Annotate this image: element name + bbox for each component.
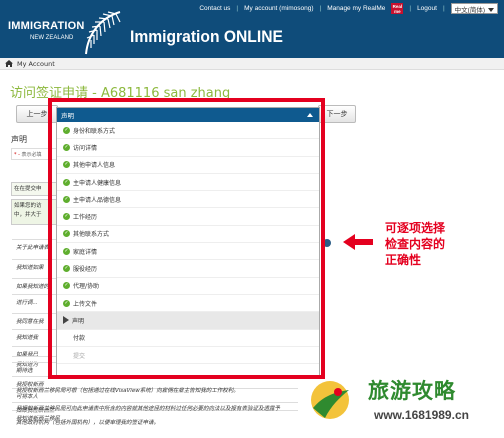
check-icon: ✓ xyxy=(63,247,70,255)
logo-subtext: NEW ZEALAND xyxy=(30,35,74,41)
dropdown-option[interactable]: ✓ 主申请人品德信息 xyxy=(57,191,319,209)
next-button[interactable]: 下一步 xyxy=(318,105,356,123)
home-icon[interactable] xyxy=(5,60,13,67)
breadcrumb-my-account[interactable]: My Account xyxy=(17,60,55,68)
watermark-url: www.1681989.cn xyxy=(374,408,469,422)
check-icon: ✓ xyxy=(63,161,70,169)
dropdown-option[interactable]: 声明 xyxy=(57,312,319,330)
dropdown-option-label: 付款 xyxy=(73,335,86,343)
declaration-item: 我知道如果 xyxy=(16,265,44,271)
dropdown-option[interactable]: ✓ 主申请人健康信息 xyxy=(57,174,319,192)
section-dropdown[interactable]: 声明 ✓ 身份和联系方式 ✓ 访问详情 ✓ 其他申请人信息 ✓ 主申请人健康信息 ✓ 主申请人品德… xyxy=(56,107,320,376)
check-icon: ✓ xyxy=(63,143,70,151)
dropdown-option-label: 家庭详情 xyxy=(73,248,98,256)
section-title: 声明 xyxy=(11,135,27,144)
declaration-item: 关于此申请表 xyxy=(16,245,50,251)
dropdown-option[interactable]: ✓ 家庭详情 xyxy=(57,243,319,261)
breadcrumb: My Account xyxy=(0,58,504,70)
declaration-item: 我知道我 xyxy=(16,335,39,341)
scroll-indicator xyxy=(323,239,331,247)
arrow-left-icon xyxy=(343,234,373,250)
check-icon: ✓ xyxy=(63,299,70,307)
dropdown-option[interactable]: ✓ 上传文件 xyxy=(57,295,319,313)
check-icon: ✓ xyxy=(63,195,70,203)
watermark-text: 旅游攻略 xyxy=(368,378,456,403)
check-icon: ✓ xyxy=(63,213,70,221)
dropdown-option[interactable]: ✓ 访问详情 xyxy=(57,139,319,157)
logo-text: IMMIGRATION xyxy=(8,20,85,32)
dropdown-option[interactable]: ✓ 身份和联系方式 xyxy=(57,122,319,140)
check-icon: ✓ xyxy=(63,126,70,134)
dropdown-option-label: 代理/协助 xyxy=(73,283,100,291)
previous-button[interactable]: 上一步 xyxy=(16,105,58,123)
check-icon: ✓ xyxy=(63,230,70,238)
logout-link[interactable]: Logout xyxy=(417,5,437,12)
dropdown-option[interactable]: 提交 xyxy=(57,347,319,365)
watermark-logo-icon xyxy=(311,381,349,419)
dropdown-options: ✓ 身份和联系方式 ✓ 访问详情 ✓ 其他申请人信息 ✓ 主申请人健康信息 ✓ 主申请人品德信息 ✓… xyxy=(57,122,319,376)
nav-separator: | xyxy=(442,5,445,12)
declaration-text: 我授权新西兰移民局可根（包括通过在线VisaView系统）向雇佣在雇主告知我的工… xyxy=(16,388,239,394)
app-title: Immigration ONLINE xyxy=(130,27,283,46)
annotation-line: 可逐项选择 xyxy=(385,221,446,235)
dropdown-option-label: 其他联系方式 xyxy=(73,231,110,239)
check-icon: ✓ xyxy=(63,178,70,186)
top-nav: Contact us | My account (mimosong) | Man… xyxy=(199,3,498,14)
contact-link[interactable]: Contact us xyxy=(199,5,230,12)
my-account-link[interactable]: My account (mimosong) xyxy=(244,5,313,12)
required-note-text: 表示必填 xyxy=(21,152,42,158)
dropdown-option[interactable]: ✓ 代理/协助 xyxy=(57,278,319,295)
info-box-line: 中，并大于 xyxy=(14,212,42,218)
realme-badge-icon: Real me xyxy=(391,3,404,14)
annotation-line: 正确性 xyxy=(385,253,422,267)
page-title: 访问签证申请 - A681116 san zhang xyxy=(10,86,231,101)
info-box-2: 如果您的访 中，并大于 xyxy=(11,199,58,225)
declaration-item: 如果我知道的 xyxy=(16,284,50,290)
dropdown-selected-label: 声明 xyxy=(61,112,74,120)
dropdown-option-label: 提交 xyxy=(73,352,86,360)
info-box: 在在提交申 xyxy=(11,182,58,196)
dropdown-option-label: 工作经历 xyxy=(73,214,98,222)
declaration-text: 我授权新西兰移民局可向此申请表中所含的内容就其他途径的材料过任何必要的向法以及报… xyxy=(16,406,281,412)
fern-logo-icon xyxy=(85,11,121,55)
annotation-text: 可逐项选择 检查内容的 正确性 xyxy=(385,220,445,268)
manage-realme-link[interactable]: Manage my RealMe xyxy=(327,5,385,12)
dropdown-option-label: 访问详情 xyxy=(73,144,98,152)
play-icon xyxy=(63,316,69,325)
annotation-line: 检查内容的 xyxy=(385,237,446,251)
language-select[interactable]: 中文(简体) xyxy=(450,3,498,14)
dropdown-option-label: 声明 xyxy=(72,317,85,325)
check-icon: ✓ xyxy=(63,282,70,290)
dropdown-selected[interactable]: 声明 xyxy=(57,108,319,122)
info-box-line: 如果您的访 xyxy=(14,203,42,209)
declaration-text: 其他政府机构（包括外国机构），以便审理我的签证申请。 xyxy=(16,420,160,426)
declaration-divider xyxy=(12,376,298,377)
dropdown-option[interactable]: 付款 xyxy=(57,330,319,347)
declaration-item: 进行调... xyxy=(16,300,38,306)
dropdown-option-label: 服役经历 xyxy=(73,266,98,274)
dropdown-option-label: 身份和联系方式 xyxy=(73,127,116,135)
declaration-item: 期待选 xyxy=(16,368,33,374)
nav-separator: | xyxy=(236,5,239,12)
check-icon: ✓ xyxy=(63,265,70,273)
chevron-up-icon xyxy=(307,113,313,117)
nav-separator: | xyxy=(319,5,322,12)
dropdown-option[interactable]: ✓ 服役经历 xyxy=(57,260,319,278)
declaration-divider xyxy=(12,402,298,403)
dropdown-option[interactable]: ✓ 其他申请人信息 xyxy=(57,157,319,174)
dropdown-option-label: 主申请人健康信息 xyxy=(73,179,122,187)
declaration-item: 我同意在我 xyxy=(16,319,44,325)
dropdown-option[interactable]: ✓ 工作经历 xyxy=(57,209,319,226)
site-header: IMMIGRATION NEW ZEALAND Immigration ONLI… xyxy=(0,0,504,58)
dropdown-option-label: 其他申请人信息 xyxy=(73,162,116,170)
nav-separator: | xyxy=(409,5,412,12)
dropdown-option-label: 主申请人品德信息 xyxy=(73,196,122,204)
dropdown-option-label: 上传文件 xyxy=(73,300,98,308)
required-star: * - xyxy=(14,152,20,158)
dropdown-option[interactable]: ✓ 其他联系方式 xyxy=(57,226,319,244)
required-note: * - 表示必填 xyxy=(11,148,61,160)
